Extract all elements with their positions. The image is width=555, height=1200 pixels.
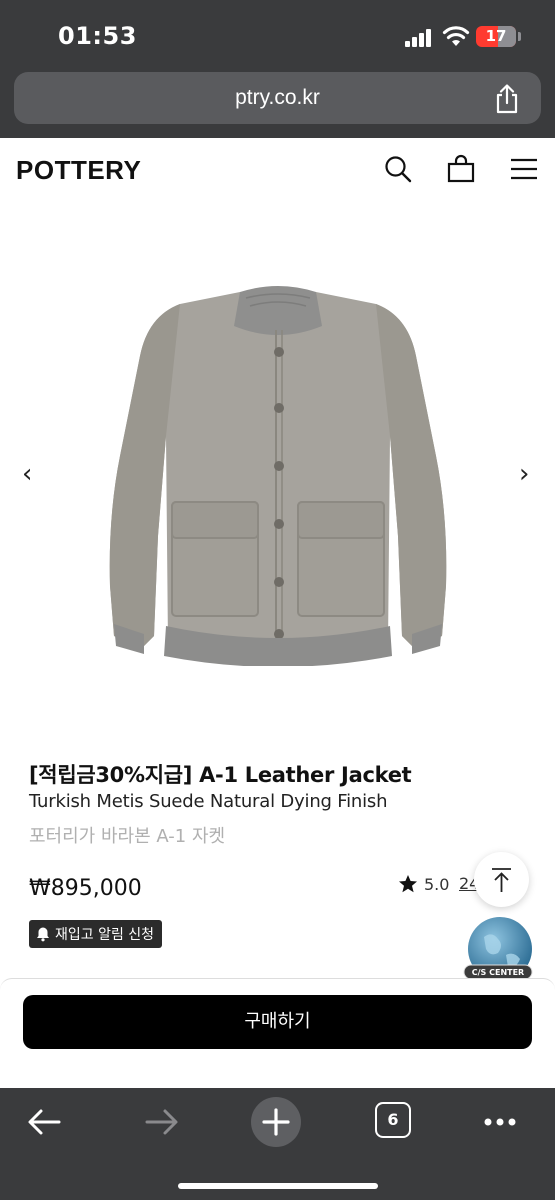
url-text[interactable]: ptry.co.kr: [14, 72, 541, 124]
cs-center-label: C/S CENTER: [472, 968, 524, 977]
product-title: [적립금30%지급] A-1 Leather Jacket: [29, 763, 412, 787]
battery-level: 17: [485, 27, 507, 45]
product-korean-subtitle: 포터리가 바라본 A-1 자켓: [29, 826, 226, 847]
forward-icon[interactable]: [141, 1102, 181, 1142]
wifi-icon: [442, 26, 470, 46]
restock-alert-button[interactable]: 재입고 알림 신청: [29, 920, 163, 948]
address-bar[interactable]: ptry.co.kr: [14, 72, 541, 124]
star-icon: [399, 875, 417, 893]
product-price: ₩895,000: [29, 876, 142, 901]
product-rating: 5.0: [398, 873, 449, 895]
more-icon[interactable]: [480, 1102, 520, 1142]
site-logo[interactable]: POTTERY: [16, 155, 141, 186]
status-time: 01:53: [58, 22, 137, 50]
purchase-panel: 구매하기: [0, 978, 555, 1088]
shopping-bag-icon[interactable]: [446, 154, 476, 184]
home-indicator: [178, 1183, 378, 1189]
restock-alert-label: 재입고 알림 신청: [55, 927, 155, 943]
cellular-signal-icon: [405, 29, 433, 47]
new-tab-icon[interactable]: [250, 1096, 302, 1148]
product-image: [109, 286, 447, 666]
rating-value: 5.0: [424, 874, 450, 894]
gallery-prev-button[interactable]: ‹: [22, 459, 32, 489]
gallery-next-button[interactable]: ›: [519, 459, 529, 489]
tabs-icon[interactable]: 6: [375, 1102, 411, 1138]
cs-center-globe-icon[interactable]: C/S CENTER: [462, 915, 534, 987]
site-header: POTTERY: [0, 138, 555, 204]
scroll-to-top-button[interactable]: [474, 852, 529, 907]
menu-icon[interactable]: [509, 154, 539, 184]
product-subtitle: Turkish Metis Suede Natural Dying Finish: [29, 791, 388, 812]
product-gallery[interactable]: ‹ ›: [0, 204, 555, 734]
search-icon[interactable]: [383, 154, 413, 184]
bell-icon: [37, 927, 49, 942]
arrow-up-icon: [492, 868, 511, 892]
battery-cap: [518, 32, 521, 41]
buy-button[interactable]: 구매하기: [23, 995, 532, 1049]
browser-toolbar: 6: [0, 1088, 555, 1200]
browser-chrome-top: 01:53 17 ptry.co.kr: [0, 0, 555, 138]
share-icon[interactable]: [494, 84, 520, 114]
back-icon[interactable]: [25, 1102, 65, 1142]
